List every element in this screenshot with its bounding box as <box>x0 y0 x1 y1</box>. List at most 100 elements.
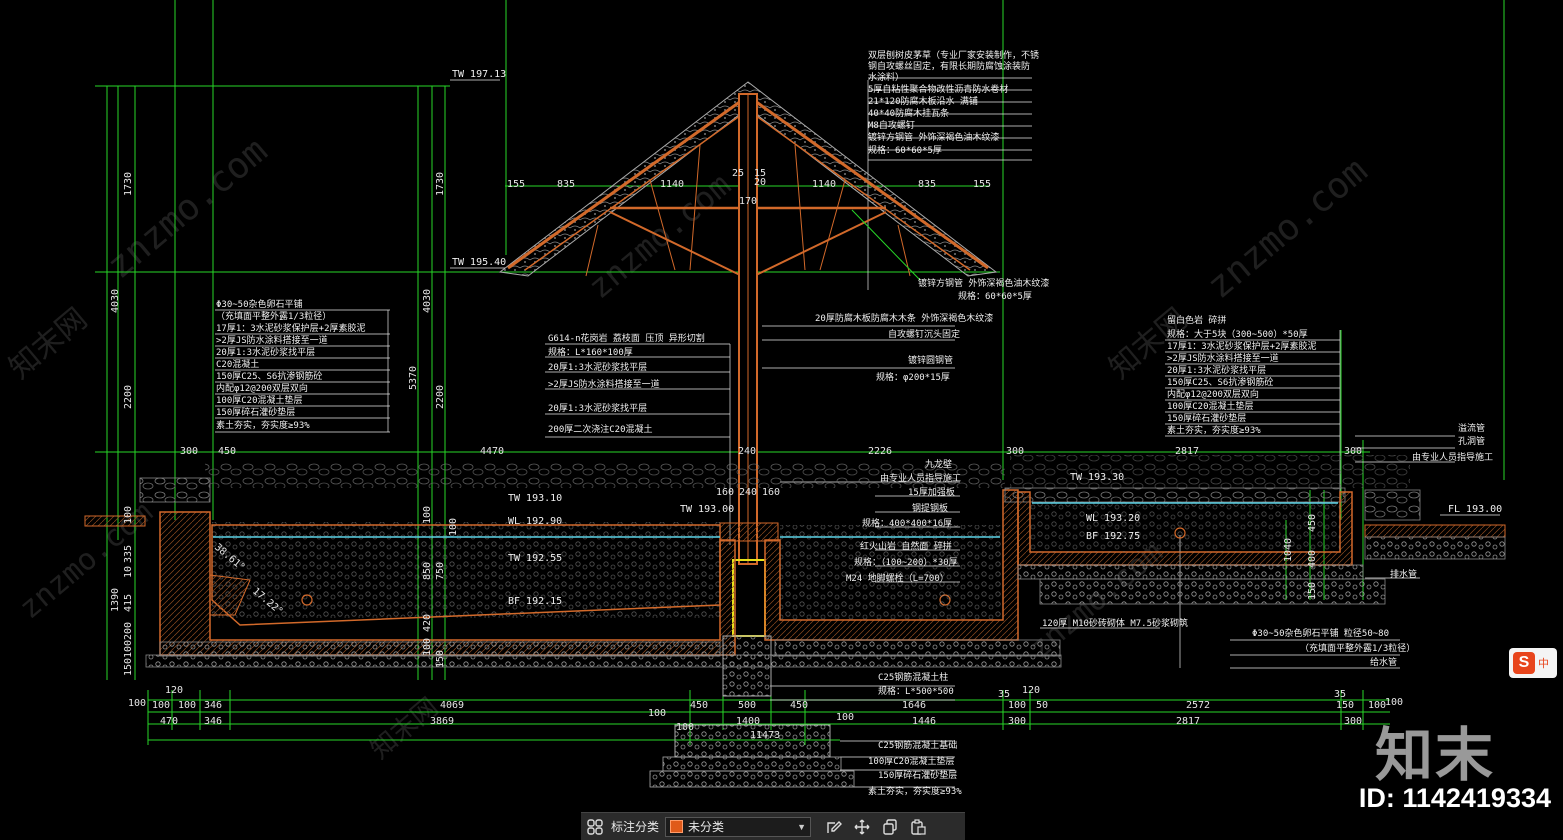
dim-bottom: 120 <box>1022 685 1040 696</box>
dim-bottom: 50 <box>1036 700 1048 711</box>
move-icon[interactable] <box>851 816 873 838</box>
category-select[interactable]: 未分类 ▼ <box>665 816 812 837</box>
note-line: 镀锌方钢管 外饰深褐色油木纹漆 <box>868 131 999 143</box>
dim-vertical: 400 <box>1307 550 1318 568</box>
note-line: 素土夯实，夯实度≥93% <box>1167 424 1261 436</box>
note-line: M24 地脚螺栓（L=700） <box>846 572 949 584</box>
note-line: 留白色岩 碎拼 <box>1167 314 1226 326</box>
level-label: BF 192.75 <box>1086 531 1140 542</box>
brand-logo: 知末 <box>1374 721 1495 789</box>
dim-top-row: 300 <box>1344 446 1362 457</box>
dim-vertical: 5370 <box>408 366 419 390</box>
dim-roof: 155 <box>507 179 525 190</box>
ime-badge[interactable]: S 中 <box>1509 648 1557 678</box>
dim-vertical: 1730 <box>123 172 134 196</box>
note-line: 钢提钢板 <box>912 502 948 514</box>
dim-roof: 20 <box>754 177 766 188</box>
note-line: 20厚1:3水泥砂浆找平层 <box>548 361 647 373</box>
note-line: 150厚碎石灌砂垫层 <box>1167 412 1246 424</box>
dim-roof: 25 <box>732 168 744 179</box>
dim-roof: 835 <box>557 179 575 190</box>
dim-bottom: 346 <box>204 700 222 711</box>
dim-vertical: 100 <box>123 640 134 658</box>
copy-icon[interactable] <box>879 816 901 838</box>
dim-post-row: 240 <box>739 487 757 498</box>
note-line: 5厚自粘性聚合物改性沥青防水卷材 <box>868 83 1008 95</box>
note-line: 200厚二次浇注C20混凝土 <box>548 423 653 435</box>
dim-post-row: 160 <box>762 487 780 498</box>
note-line: Φ30~50杂色卵石平铺 粒径50~80 <box>1252 627 1389 639</box>
cad-drawing-canvas[interactable]: znzmo.com znzmo.com znzmo.com znzmo.com … <box>0 0 1563 839</box>
edit-icon[interactable] <box>823 816 845 838</box>
asset-id: ID: 1142419334 <box>1358 783 1551 813</box>
level-label: TW 193.30 <box>1070 472 1124 483</box>
level-label: FL 193.00 <box>1448 504 1502 515</box>
dim-vertical: 150 <box>123 658 134 676</box>
note-line: G614-n花岗岩 荔枝面 压顶 异形切割 <box>548 332 705 344</box>
note-line: 120厚 M10砂砖砌体 M7.5砂浆砌筑 <box>1042 617 1188 629</box>
dim-bottom: 150 <box>1336 700 1354 711</box>
note-line: M8自攻螺钉 <box>868 119 915 131</box>
dim-bottom: 100 <box>178 700 196 711</box>
middle-pool-section <box>764 489 1061 657</box>
note-line: 由专业人员指导施工 <box>1412 451 1493 463</box>
note-line: 镀锌圆钢管 <box>908 354 953 366</box>
dim-top-row: 2226 <box>868 446 892 457</box>
dim-bottom: 3869 <box>430 716 454 727</box>
dim-bottom: 100 <box>1385 697 1403 708</box>
dim-vertical: 100 <box>422 506 433 524</box>
note-line: 红火山岩 自然面 碎拼 <box>860 540 952 552</box>
note-line: 150厚C25、S6抗渗钢筋砼 <box>216 370 322 382</box>
dim-total: 11473 <box>750 730 780 741</box>
dim-vertical: 150 <box>435 650 446 668</box>
dim-bottom: 35 <box>1334 689 1346 700</box>
note-line: >2厚JS防水涂料搭接至一道 <box>216 334 328 346</box>
note-line: 20厚1:3水泥砂浆找平层 <box>1167 364 1266 376</box>
dim-bottom: 1400 <box>736 716 760 727</box>
dim-bottom: 1446 <box>912 716 936 727</box>
note-line: 双层刨树皮茅草（专业厂家安装制作，不锈 <box>868 49 1039 61</box>
note-line: 规格：60*60*5厚 <box>958 290 1032 302</box>
note-line: 100厚C20混凝土垫层 <box>868 755 955 767</box>
watermark-text-cn: 知末网 <box>3 301 94 386</box>
dim-top-row: 300 <box>180 446 198 457</box>
level-label: WL 192.90 <box>508 516 562 527</box>
note-line: 由专业人员指导施工 <box>880 472 961 484</box>
dim-vertical: 415 <box>123 594 134 612</box>
level-label: BF 192.15 <box>508 596 562 607</box>
note-line: 20厚防腐木板防腐木木条 外饰深褐色木纹漆 <box>815 312 993 324</box>
note-line: 17厚1：3水泥砂浆保护层+2厚素胶泥 <box>216 322 366 334</box>
annotation-post: 20厚防腐木板防腐木木条 外饰深褐色木纹漆 自攻螺钉沉头固定 镀锌圆钢管 规格：… <box>815 312 993 383</box>
dim-vertical: 850 <box>422 562 433 580</box>
note-line: 规格：（100~200）*30厚 <box>854 556 958 568</box>
dim-vertical: 4030 <box>110 289 121 313</box>
note-line: 150厚C25、S6抗渗钢筋砼 <box>1167 376 1273 388</box>
dim-vertical: 100 <box>448 518 459 536</box>
annotation-left: Φ30~50杂色卵石平铺 （充填面平整外露1/3粒径） 17厚1：3水泥砂浆保护… <box>216 298 366 431</box>
dim-top-row: 240 <box>738 446 756 457</box>
dim-post-row: 160 <box>716 487 734 498</box>
dim-bottom: 2817 <box>1176 716 1200 727</box>
paste-icon[interactable] <box>907 816 929 838</box>
dim-vertical: 750 <box>435 562 446 580</box>
level-label: TW 192.55 <box>508 553 562 564</box>
dim-vertical: 100 <box>422 638 433 656</box>
note-line: 素土夯实，夯实度≥93% <box>216 419 310 431</box>
dim-vertical: 450 <box>1307 514 1318 532</box>
dim-vertical: 200 <box>123 622 134 640</box>
grid-icon[interactable] <box>584 816 606 838</box>
note-line: 规格：φ200*15厚 <box>876 371 950 383</box>
note-line: （充填面平整外露1/3粒径） <box>1300 642 1415 654</box>
dim-vertical: 2200 <box>435 385 446 409</box>
note-line: 规格：L*160*100厚 <box>548 346 633 358</box>
note-line: 素土夯实，夯实度≥93% <box>868 785 962 797</box>
ime-badge-text: 中 <box>1538 657 1549 670</box>
dim-top-row: 4470 <box>480 446 504 457</box>
note-line: 给水管 <box>1370 656 1397 668</box>
note-line: Φ30~50杂色卵石平铺 <box>216 298 303 310</box>
note-line: 规格：大于5块（300~500）*50厚 <box>1167 328 1308 340</box>
dim-bottom: 120 <box>165 685 183 696</box>
dim-bottom: 100 <box>128 698 146 709</box>
dim-bottom: 100 <box>676 722 694 733</box>
dim-roof: 155 <box>973 179 991 190</box>
